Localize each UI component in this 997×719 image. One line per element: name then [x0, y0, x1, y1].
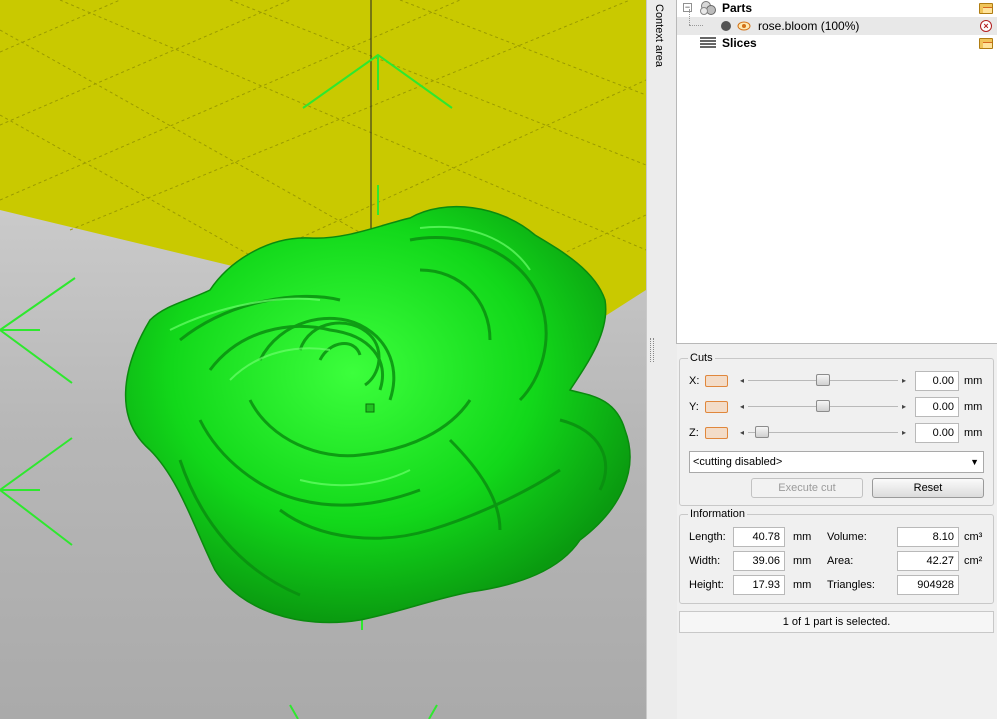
width-unit: mm [793, 555, 812, 567]
information-title: Information [688, 508, 748, 520]
slices-label: Slices [722, 36, 757, 50]
cut-mode-dropdown[interactable]: <cutting disabled> ▼ [689, 451, 984, 473]
cut-x-input[interactable]: 0.00 [915, 371, 959, 391]
slider-left-arrow-icon[interactable]: ◂ [740, 374, 744, 387]
reset-button[interactable]: Reset [872, 478, 984, 498]
cut-y-color-swatch[interactable] [705, 401, 728, 413]
slider-right-arrow-icon[interactable]: ▸ [902, 374, 906, 387]
tree-row-slices[interactable]: Slices [677, 35, 997, 53]
cut-x-color-swatch[interactable] [705, 375, 728, 387]
slider-thumb[interactable] [816, 400, 830, 412]
context-area-title: Context area [653, 4, 665, 67]
length-value: 40.78 [733, 527, 785, 547]
cut-z-unit: mm [964, 427, 983, 439]
parts-tree[interactable]: − Parts rose.bloom (100%) × Slices [676, 0, 997, 344]
tree-line [689, 9, 691, 25]
width-label: Width: [689, 555, 721, 567]
slider-right-arrow-icon[interactable]: ▸ [902, 426, 906, 439]
height-value: 17.93 [733, 575, 785, 595]
slider-left-arrow-icon[interactable]: ◂ [740, 400, 744, 413]
volume-unit: cm³ [964, 531, 983, 543]
cut-x-slider[interactable]: ◂ ▸ [738, 374, 908, 387]
area-label: Area: [827, 555, 854, 567]
selection-status: 1 of 1 part is selected. [679, 611, 994, 633]
width-value: 39.06 [733, 551, 785, 571]
cut-z-input[interactable]: 0.00 [915, 423, 959, 443]
3d-viewport[interactable] [0, 0, 646, 719]
rose-model[interactable] [124, 206, 631, 624]
cut-y-slider[interactable]: ◂ ▸ [738, 400, 908, 413]
open-folder-icon[interactable] [979, 38, 993, 49]
visibility-eye-icon[interactable] [737, 20, 751, 32]
remove-part-icon[interactable]: × [980, 20, 992, 32]
volume-value: 8.10 [897, 527, 959, 547]
slider-thumb[interactable] [755, 426, 769, 438]
cut-x-label: X: [689, 375, 700, 387]
cut-mode-value: <cutting disabled> [693, 456, 783, 468]
cut-y-label: Y: [689, 401, 699, 413]
execute-cut-button[interactable]: Execute cut [751, 478, 863, 498]
tree-line [689, 25, 703, 26]
height-label: Height: [689, 579, 724, 591]
tree-row-parts[interactable]: − Parts [677, 0, 997, 18]
part-item-label[interactable]: rose.bloom (100%) [758, 19, 859, 33]
cuts-title: Cuts [688, 352, 715, 364]
cut-y-unit: mm [964, 401, 983, 413]
slices-icon [700, 37, 716, 48]
scene-canvas[interactable] [0, 0, 646, 719]
height-unit: mm [793, 579, 812, 591]
slider-left-arrow-icon[interactable]: ◂ [740, 426, 744, 439]
volume-label: Volume: [827, 531, 867, 543]
tree-row-part-item[interactable]: rose.bloom (100%) × [677, 9, 997, 35]
cut-z-label: Z: [689, 427, 699, 439]
area-unit: cm² [964, 555, 983, 567]
parts-icon [700, 1, 716, 15]
cut-x-unit: mm [964, 375, 983, 387]
area-value: 42.27 [897, 551, 959, 571]
cut-y-input[interactable]: 0.00 [915, 397, 959, 417]
splitter-grip[interactable] [650, 338, 654, 362]
cut-z-slider[interactable]: ◂ ▸ [738, 426, 908, 439]
slider-right-arrow-icon[interactable]: ▸ [902, 400, 906, 413]
open-folder-icon[interactable] [979, 3, 993, 14]
chevron-down-icon[interactable]: ▼ [970, 452, 979, 472]
cut-z-color-swatch[interactable] [705, 427, 728, 439]
part-color-dot-icon[interactable] [721, 21, 731, 31]
triangles-label: Triangles: [827, 579, 875, 591]
parts-label: Parts [722, 1, 753, 15]
slider-thumb[interactable] [816, 374, 830, 386]
length-unit: mm [793, 531, 812, 543]
length-label: Length: [689, 531, 726, 543]
triangles-value: 904928 [897, 575, 959, 595]
